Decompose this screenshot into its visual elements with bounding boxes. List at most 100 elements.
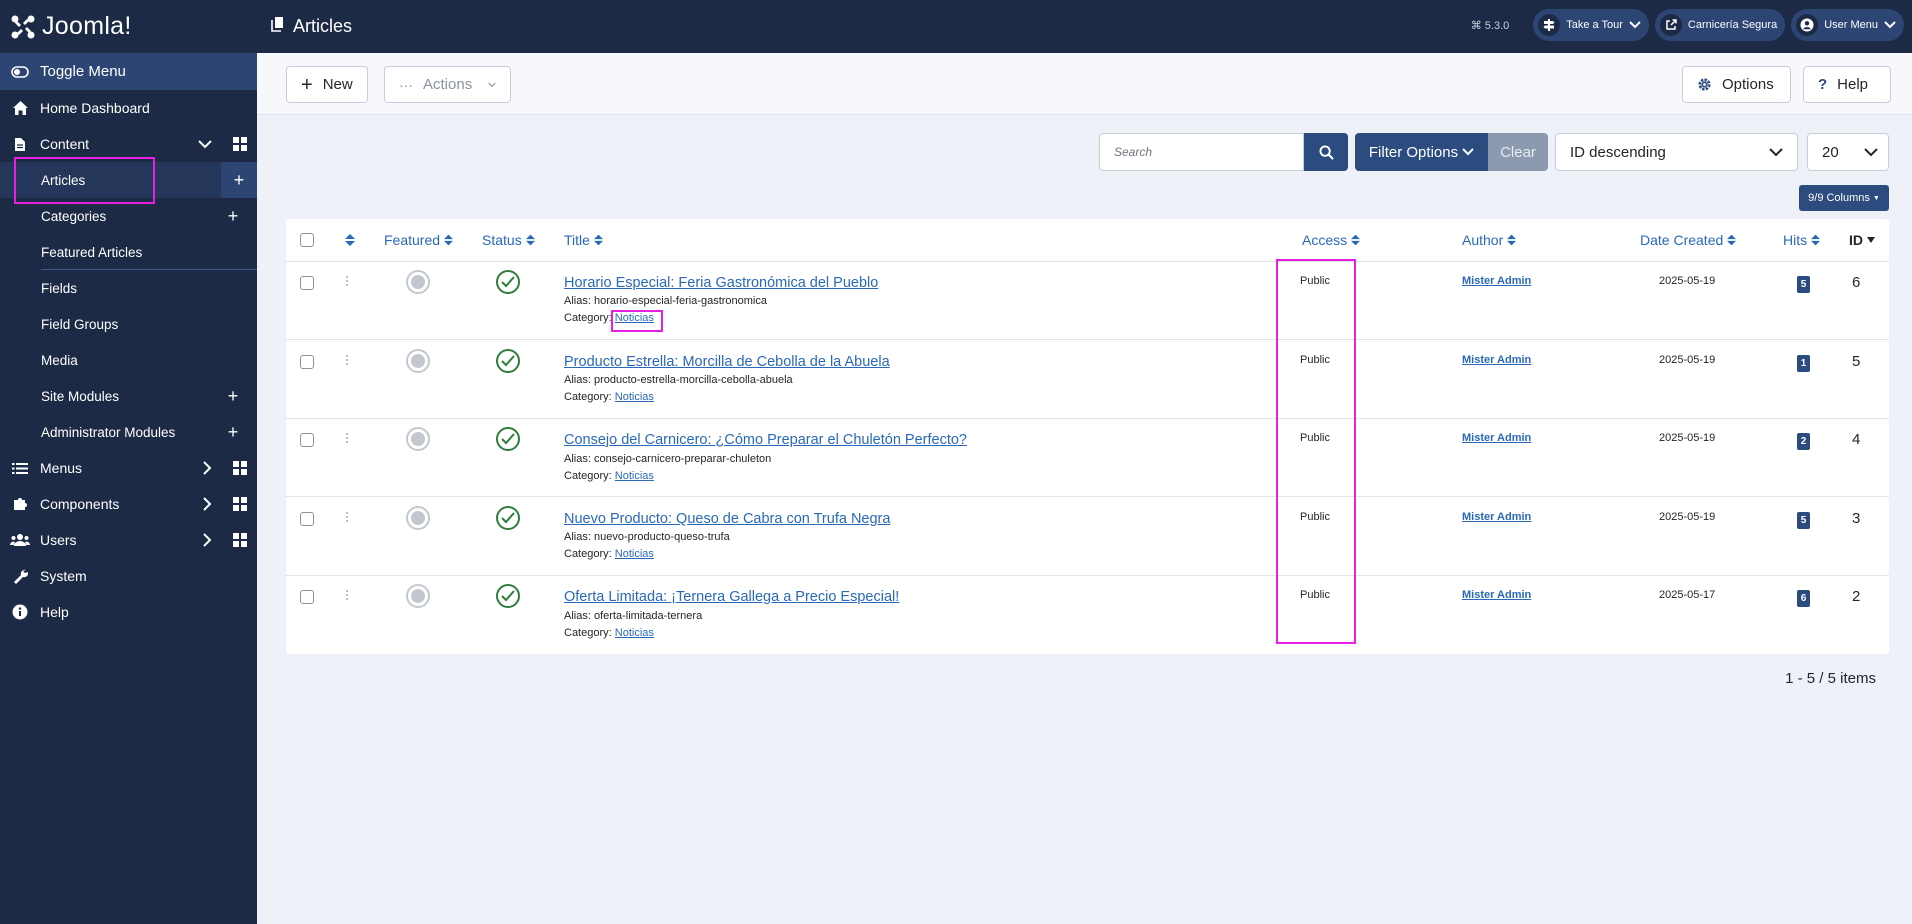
row-checkbox[interactable] xyxy=(300,512,314,526)
joomla-logo[interactable]: Joomla! xyxy=(0,0,257,53)
th-author[interactable]: Author xyxy=(1462,219,1517,261)
chevron-down-icon[interactable] xyxy=(198,126,212,162)
site-link-button[interactable]: Carnicería Segura xyxy=(1654,9,1786,41)
chevron-right-icon[interactable] xyxy=(202,486,212,522)
drag-handle-icon[interactable] xyxy=(346,433,350,443)
category-label: Category: xyxy=(564,548,612,560)
sidebar-item-categories[interactable]: Categories + xyxy=(0,198,257,234)
chevron-right-icon[interactable] xyxy=(202,450,212,486)
row-checkbox[interactable] xyxy=(300,433,314,447)
th-featured[interactable]: Featured xyxy=(384,219,454,261)
published-check-icon[interactable] xyxy=(496,427,520,451)
th-hits[interactable]: Hits xyxy=(1783,219,1821,261)
published-check-icon[interactable] xyxy=(496,349,520,373)
sidebar-item-featured-articles[interactable]: Featured Articles xyxy=(0,234,257,270)
actions-button[interactable]: ··· Actions xyxy=(384,66,511,103)
category-link[interactable]: Noticias xyxy=(615,470,654,482)
article-title-link[interactable]: Nuevo Producto: Queso de Cabra con Trufa… xyxy=(564,511,890,527)
sidebar-item-content[interactable]: Content xyxy=(0,126,257,162)
unfeatured-icon[interactable] xyxy=(406,584,430,608)
limit-select[interactable]: 20 xyxy=(1807,133,1889,171)
author-link[interactable]: Mister Admin xyxy=(1462,511,1531,523)
published-check-icon[interactable] xyxy=(496,506,520,530)
select-all-checkbox[interactable] xyxy=(300,233,314,247)
unfeatured-icon[interactable] xyxy=(406,427,430,451)
columns-button[interactable]: 9/9 Columns ▼ xyxy=(1799,185,1889,211)
add-category-plus-icon[interactable]: + xyxy=(221,198,245,234)
dashboard-grid-icon[interactable] xyxy=(233,533,247,547)
th-title[interactable]: Title xyxy=(564,219,603,261)
options-button[interactable]: Options xyxy=(1682,66,1791,103)
author-link[interactable]: Mister Admin xyxy=(1462,589,1531,601)
article-title-link[interactable]: Consejo del Carnicero: ¿Cómo Preparar el… xyxy=(564,432,967,448)
help-button[interactable]: ? Help xyxy=(1803,66,1891,103)
author-link[interactable]: Mister Admin xyxy=(1462,432,1531,444)
row-checkbox[interactable] xyxy=(300,276,314,290)
ordering-sort-icon[interactable] xyxy=(345,219,355,261)
published-check-icon[interactable] xyxy=(496,584,520,608)
new-button[interactable]: + New xyxy=(286,66,368,103)
search-button[interactable] xyxy=(1304,133,1348,171)
clear-button[interactable]: Clear xyxy=(1488,133,1548,171)
published-check-icon[interactable] xyxy=(496,270,520,294)
drag-handle-icon[interactable] xyxy=(346,512,350,522)
site-name-label: Carnicería Segura xyxy=(1687,19,1778,31)
category-link[interactable]: Noticias xyxy=(615,312,654,324)
access-value: Public xyxy=(1300,275,1330,287)
article-title-link[interactable]: Producto Estrella: Morcilla de Cebolla d… xyxy=(564,354,890,370)
drag-handle-icon[interactable] xyxy=(346,355,350,365)
sidebar-item-site-modules[interactable]: Site Modules + xyxy=(0,378,257,414)
th-id[interactable]: ID xyxy=(1849,219,1875,261)
category-link[interactable]: Noticias xyxy=(615,548,654,560)
take-a-tour-button[interactable]: Take a Tour xyxy=(1533,9,1649,41)
sidebar-item-label: Fields xyxy=(41,280,78,296)
search-input[interactable]: Search xyxy=(1099,133,1304,171)
unfeatured-icon[interactable] xyxy=(406,506,430,530)
filter-options-button[interactable]: Filter Options xyxy=(1355,133,1488,171)
sidebar-item-users[interactable]: Users xyxy=(0,522,257,558)
sidebar-item-home[interactable]: Home Dashboard xyxy=(0,90,257,126)
sidebar-item-field-groups[interactable]: Field Groups xyxy=(0,306,257,342)
add-article-plus-icon[interactable]: + xyxy=(221,162,257,198)
chevron-down-icon xyxy=(1462,148,1474,156)
sidebar-item-fields[interactable]: Fields xyxy=(0,270,257,306)
sidebar-item-components[interactable]: Components xyxy=(0,486,257,522)
th-date-created[interactable]: Date Created xyxy=(1640,219,1737,261)
article-title-link[interactable]: Horario Especial: Feria Gastronómica del… xyxy=(564,275,878,291)
pagination-info: 1 - 5 / 5 items xyxy=(1785,670,1876,687)
sidebar-item-articles[interactable]: Articles + xyxy=(0,162,257,198)
sidebar-item-menus[interactable]: Menus xyxy=(0,450,257,486)
sidebar-item-help[interactable]: Help xyxy=(0,594,257,630)
wrench-icon xyxy=(0,568,40,584)
toggle-menu[interactable]: Toggle Menu xyxy=(0,53,257,90)
th-access[interactable]: Access xyxy=(1302,219,1361,261)
th-status[interactable]: Status xyxy=(482,219,535,261)
user-menu-button[interactable]: User Menu xyxy=(1791,9,1904,41)
dashboard-grid-icon[interactable] xyxy=(233,137,247,151)
category-link[interactable]: Noticias xyxy=(615,627,654,639)
dashboard-grid-icon[interactable] xyxy=(233,461,247,475)
author-link[interactable]: Mister Admin xyxy=(1462,275,1531,287)
category-link[interactable]: Noticias xyxy=(615,391,654,403)
sidebar-item-administrator-modules[interactable]: Administrator Modules + xyxy=(0,414,257,450)
author-link[interactable]: Mister Admin xyxy=(1462,354,1531,366)
row-checkbox[interactable] xyxy=(300,355,314,369)
unfeatured-icon[interactable] xyxy=(406,349,430,373)
list-icon xyxy=(0,462,40,475)
sort-icon xyxy=(1507,234,1517,246)
unfeatured-icon[interactable] xyxy=(406,270,430,294)
ordering-select[interactable]: ID descending xyxy=(1555,133,1798,171)
add-admin-module-plus-icon[interactable]: + xyxy=(221,414,245,450)
dashboard-grid-icon[interactable] xyxy=(233,497,247,511)
drag-handle-icon[interactable] xyxy=(346,590,350,600)
sidebar-item-media[interactable]: Media xyxy=(0,342,257,378)
add-site-module-plus-icon[interactable]: + xyxy=(221,378,245,414)
sidebar-item-system[interactable]: System xyxy=(0,558,257,594)
sidebar-item-label: Help xyxy=(40,604,69,620)
sidebar-item-label: Administrator Modules xyxy=(41,424,176,440)
article-title-link[interactable]: Oferta Limitada: ¡Ternera Gallega a Prec… xyxy=(564,589,899,605)
row-checkbox[interactable] xyxy=(300,590,314,604)
drag-handle-icon[interactable] xyxy=(346,276,350,286)
chevron-right-icon[interactable] xyxy=(202,522,212,558)
date-created-value: 2025-05-19 xyxy=(1659,511,1716,523)
